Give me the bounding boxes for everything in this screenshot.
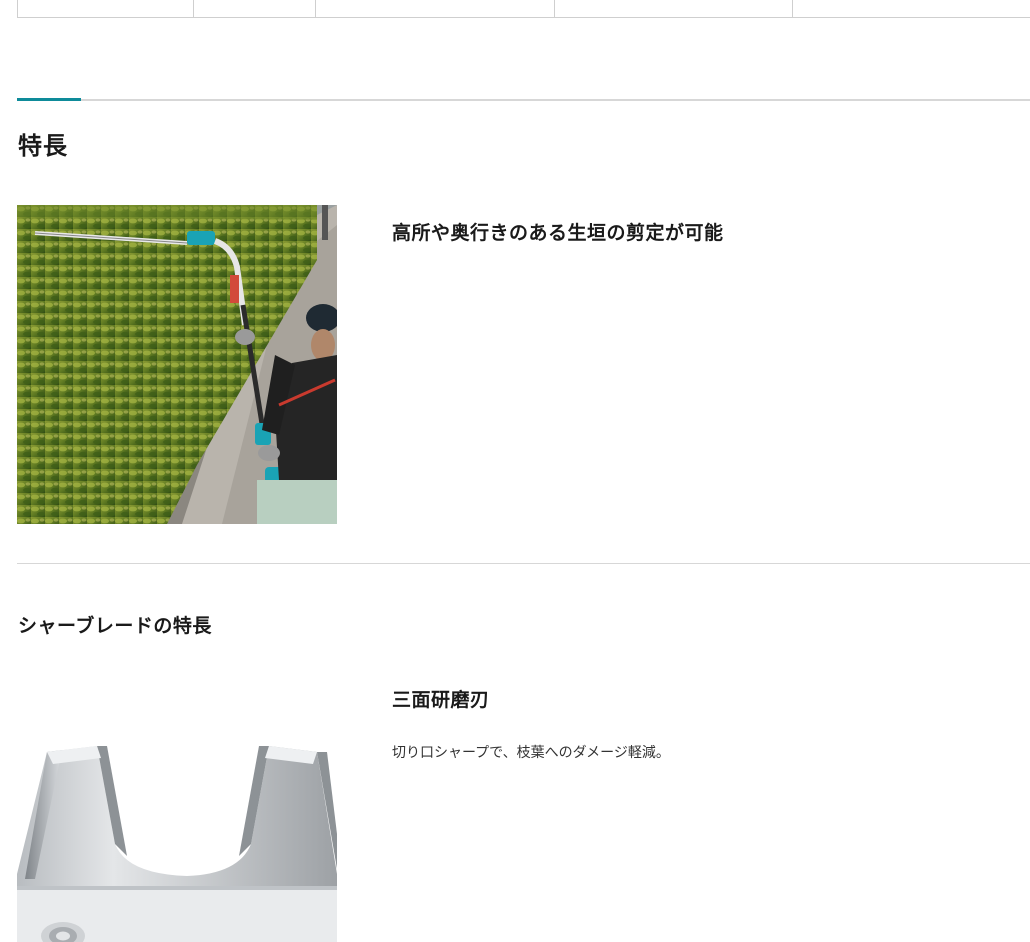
features-section-title: 特長: [18, 132, 68, 160]
section-divider-accent: [17, 98, 81, 101]
spec-table-cell: [793, 0, 1030, 17]
blade-closeup-photo: [17, 684, 337, 942]
feature-description: 切り口シャープで、枝葉へのダメージ軽減。: [392, 745, 670, 761]
spec-table-cell: [194, 0, 316, 17]
spec-table-cell: [316, 0, 555, 17]
feature-heading-triple-ground-blade: 三面研磨刃: [392, 689, 490, 711]
blade-section-title: シャーブレードの特長: [18, 615, 212, 637]
spec-table: [17, 0, 1030, 18]
divider: [17, 563, 1030, 564]
spec-table-cell: [555, 0, 793, 17]
section-divider: [17, 98, 1030, 101]
feature-heading-high-reach: 高所や奥行きのある生垣の剪定が可能: [392, 222, 724, 244]
hedge-trimming-photo: [17, 205, 337, 524]
spec-table-cell: [18, 0, 194, 17]
